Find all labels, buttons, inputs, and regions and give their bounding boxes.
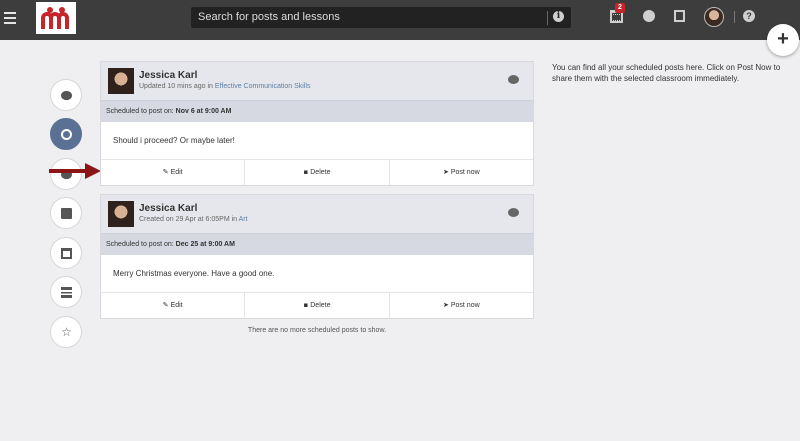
post-actions: ✎ Edit ▪ Delete ➤ Post now xyxy=(101,159,533,185)
comment-icon[interactable] xyxy=(508,208,519,217)
logo-mark xyxy=(41,7,69,29)
comment-icon[interactable] xyxy=(508,75,519,84)
post-actions: ✎ Edit ▪ Delete ➤ Post now xyxy=(101,292,533,318)
post-body: Merry Christmas everyone. Have a good on… xyxy=(113,269,275,278)
delete-button[interactable]: ▪ Delete xyxy=(245,293,390,318)
scheduled-post-card: Jessica Karl Updated 10 mins ago in Effe… xyxy=(100,61,534,186)
classroom-link[interactable]: Effective Communication Skills xyxy=(215,83,311,90)
create-button[interactable]: + xyxy=(767,24,799,56)
book-icon xyxy=(61,208,72,219)
search-placeholder: Search for posts and lessons xyxy=(198,11,340,23)
help-text: You can find all your scheduled posts he… xyxy=(552,63,781,83)
schedule-info: Scheduled to post on: Dec 25 at 9:00 AM xyxy=(101,233,533,255)
edit-button[interactable]: ✎ Edit xyxy=(101,160,246,185)
author-avatar xyxy=(108,201,134,227)
send-icon: ➤ xyxy=(442,301,449,309)
server-icon xyxy=(61,287,72,298)
nav-scheduled[interactable] xyxy=(50,118,82,150)
empty-state-text: There are no more scheduled posts to sho… xyxy=(247,327,387,334)
top-bar: Search for posts and lessons i 2 ? xyxy=(0,0,800,40)
classroom-link[interactable]: Art xyxy=(239,216,248,223)
comment-icon xyxy=(61,90,72,101)
author-avatar xyxy=(108,68,134,94)
post-meta: Updated 10 mins ago in Effective Communi… xyxy=(139,83,310,90)
nav-pages[interactable] xyxy=(50,237,82,269)
delete-label: Delete xyxy=(310,302,331,309)
schedule-info: Scheduled to post on: Nov 6 at 9:00 AM xyxy=(101,100,533,122)
user-avatar[interactable] xyxy=(704,7,724,27)
note-icon[interactable] xyxy=(674,10,685,22)
author-name: Jessica Karl xyxy=(139,70,198,81)
delete-button[interactable]: ▪ Delete xyxy=(245,160,390,185)
edit-button[interactable]: ✎ Edit xyxy=(101,293,246,318)
info-icon[interactable]: i xyxy=(553,11,564,22)
clock-icon xyxy=(61,129,72,140)
schedule-date: Dec 25 at 9:00 AM xyxy=(175,241,235,248)
search-input[interactable]: Search for posts and lessons i xyxy=(191,7,571,28)
window-icon xyxy=(61,248,72,259)
app-logo[interactable] xyxy=(36,2,76,34)
post-body: Should i proceed? Or maybe later! xyxy=(113,136,235,145)
delete-label: Delete xyxy=(310,169,331,176)
trash-icon: ▪ xyxy=(303,168,309,176)
pencil-icon: ✎ xyxy=(162,301,169,309)
post-now-button[interactable]: ➤ Post now xyxy=(390,293,533,318)
menu-icon[interactable] xyxy=(4,12,16,24)
pointer-arrow xyxy=(49,163,101,179)
nav-resources[interactable] xyxy=(50,276,82,308)
schedule-label: Scheduled to post on: xyxy=(106,241,176,248)
schedule-date: Nov 6 at 9:00 AM xyxy=(175,108,232,115)
pencil-icon: ✎ xyxy=(162,168,169,176)
star-icon: ☆ xyxy=(61,325,72,339)
post-now-button[interactable]: ➤ Post now xyxy=(390,160,533,185)
globe-icon[interactable] xyxy=(643,10,655,22)
post-meta: Created on 29 Apr at 6:05PM in Art xyxy=(139,216,248,223)
search-divider xyxy=(547,11,548,25)
edit-label: Edit xyxy=(170,302,183,309)
schedule-label: Scheduled to post on: xyxy=(106,108,176,115)
post-header: Jessica Karl Updated 10 mins ago in Effe… xyxy=(101,62,533,100)
post-header: Jessica Karl Created on 29 Apr at 6:05PM… xyxy=(101,195,533,233)
send-icon: ➤ xyxy=(442,168,449,176)
post-now-label: Post now xyxy=(450,169,480,176)
post-now-label: Post now xyxy=(450,302,480,309)
trash-icon: ▪ xyxy=(303,301,309,309)
author-name: Jessica Karl xyxy=(139,203,198,214)
help-icon[interactable]: ? xyxy=(743,10,755,22)
nav-lessons[interactable] xyxy=(50,197,82,229)
toolbar-divider xyxy=(734,11,735,23)
nav-posts[interactable] xyxy=(50,79,82,111)
edit-label: Edit xyxy=(170,169,183,176)
nav-favorites[interactable]: ☆ xyxy=(50,316,82,348)
notification-badge: 2 xyxy=(615,3,625,13)
scheduled-post-card: Jessica Karl Created on 29 Apr at 6:05PM… xyxy=(100,194,534,319)
post-meta-text: Created on 29 Apr at 6:05PM in xyxy=(139,216,239,223)
post-meta-text: Updated 10 mins ago in xyxy=(139,83,215,90)
